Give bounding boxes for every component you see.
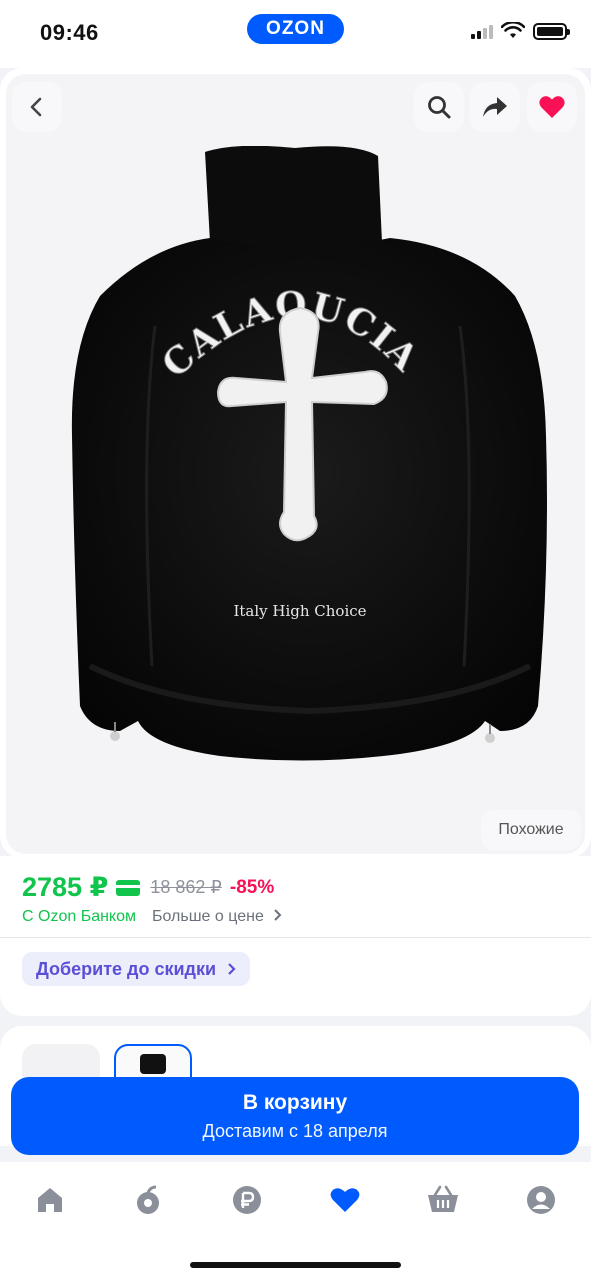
bottom-nav — [0, 1162, 591, 1280]
discount-badge: -85% — [229, 876, 275, 898]
cart-title: В корзину — [242, 1091, 348, 1114]
share-button[interactable] — [470, 82, 520, 132]
product-page: 09:46 OZON CALAOUCIA Italy High Choice П… — [0, 0, 591, 1280]
chevron-right-icon — [274, 909, 282, 921]
cart-subtitle: Доставим с 18 апреля — [202, 1121, 388, 1141]
back-button[interactable] — [12, 82, 62, 132]
system-icons — [471, 22, 570, 40]
bottom-text: Italy High Choice — [233, 602, 366, 620]
status-time: 09:46 — [40, 20, 99, 45]
heart-icon — [539, 96, 565, 118]
profile-icon — [527, 1186, 555, 1214]
favorites-icon — [330, 1188, 360, 1212]
promo-button[interactable]: Доберите до скидки — [22, 952, 251, 986]
nav-home[interactable] — [30, 1180, 70, 1220]
signal-icon — [471, 23, 493, 39]
bank-label: С Ozon Банком — [22, 908, 136, 925]
nav-profile[interactable] — [521, 1180, 561, 1220]
nav-favorites[interactable] — [325, 1180, 365, 1220]
promo-label: Доберите до скидки — [36, 959, 217, 979]
search-button[interactable] — [414, 82, 464, 132]
share-icon — [483, 97, 507, 117]
favorite-button[interactable] — [527, 82, 577, 132]
wifi-icon — [501, 22, 525, 38]
cart-icon — [428, 1185, 458, 1212]
price-section: 2785 ₽ 18 862 ₽ -85% С Ozon Банком Больш… — [0, 856, 591, 1016]
chevron-left-icon — [30, 97, 42, 117]
card-icon — [116, 879, 141, 896]
product-gallery[interactable]: CALAOUCIA Italy High Choice Похожие — [0, 68, 591, 858]
home-icon — [38, 1188, 62, 1212]
home-indicator — [190, 1262, 401, 1268]
ruble-icon — [233, 1186, 261, 1214]
fresh-icon — [137, 1185, 159, 1214]
more-price-label: Больше о цене — [152, 908, 264, 925]
status-bar: 09:46 OZON — [0, 0, 591, 68]
add-to-cart-button[interactable]: В корзину Доставим с 18 апреля — [11, 1077, 579, 1155]
more-price-link[interactable]: Больше о цене — [152, 908, 282, 926]
chevron-right-icon — [228, 963, 236, 975]
bank-row[interactable]: С Ozon Банком Больше о цене — [22, 908, 282, 926]
similar-button[interactable]: Похожие — [481, 810, 581, 850]
battery-icon — [533, 22, 570, 40]
divider — [0, 937, 591, 938]
nav-finance[interactable] — [227, 1180, 267, 1220]
search-icon — [428, 96, 451, 119]
nav-cart[interactable] — [423, 1180, 463, 1220]
current-price: 2785 ₽ — [22, 872, 109, 902]
nav-fresh[interactable] — [128, 1180, 168, 1220]
ozon-logo: OZON — [247, 14, 344, 44]
product-image[interactable]: CALAOUCIA Italy High Choice — [60, 146, 560, 766]
price-row: 2785 ₽ 18 862 ₽ -85% — [22, 872, 274, 903]
old-price: 18 862 ₽ — [150, 877, 222, 897]
